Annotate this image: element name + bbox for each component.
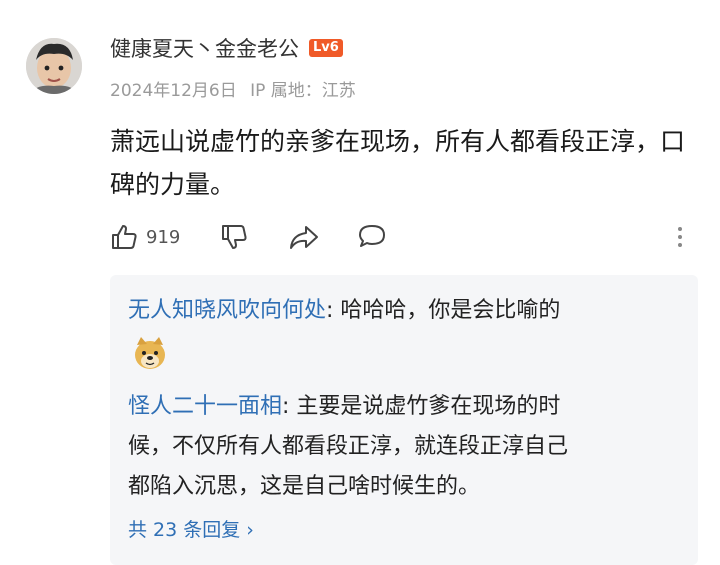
share-button[interactable] (288, 222, 320, 252)
username-text[interactable]: 健康夏天丶金金老公 (110, 33, 299, 63)
dislike-button[interactable] (220, 222, 250, 252)
thumbs-down-icon (220, 222, 250, 252)
reply-author[interactable]: 无人知晓风吹向何处 (128, 298, 326, 323)
more-button[interactable] (674, 222, 686, 252)
reply-text-line: 都陷入沉思，这是自己啥时候生的。 (128, 474, 481, 499)
reply-text-line: : 主要是说虚竹爹在现场的时 (282, 394, 561, 419)
reply-text: : 哈哈哈，你是会比喻的 (326, 298, 561, 323)
action-bar: 919 (110, 222, 700, 258)
reply-text-line: 候，不仅所有人都看段正淳，就连段正淳自己 (128, 434, 569, 459)
like-button[interactable]: 919 (110, 222, 180, 252)
comment-meta: 2024年12月6日 IP 属地：江苏 (110, 76, 356, 101)
more-replies-link[interactable]: 共 23 条回复 › (128, 515, 254, 542)
level-badge: Lv6 (309, 39, 343, 57)
comment-date: 2024年12月6日 (110, 81, 237, 101)
reply-thread: 无人知晓风吹向何处: 哈哈哈，你是会比喻的 怪人二十一面相: 主要是说虚竹爹在现… (110, 275, 698, 565)
comment-button[interactable] (356, 222, 388, 252)
username[interactable]: 健康夏天丶金金老公 Lv6 (110, 33, 343, 63)
comment-text: 萧远山说虚竹的亲爹在现场，所有人都看段正淳，口碑的力量。 (110, 127, 686, 199)
avatar[interactable] (26, 38, 82, 94)
ip-location: IP 属地：江苏 (250, 81, 356, 101)
thumbs-up-icon (110, 222, 140, 252)
doge-emoji-icon (132, 335, 168, 371)
reply-item[interactable]: 怪人二十一面相: 主要是说虚竹爹在现场的时 候，不仅所有人都看段正淳，就连段正淳… (128, 387, 688, 507)
reply-item[interactable]: 无人知晓风吹向何处: 哈哈哈，你是会比喻的 (128, 291, 688, 331)
comment-icon (356, 222, 388, 252)
reply-author[interactable]: 怪人二十一面相 (128, 394, 282, 419)
share-icon (288, 222, 320, 252)
more-vertical-icon (674, 222, 686, 252)
like-count: 919 (146, 226, 181, 248)
